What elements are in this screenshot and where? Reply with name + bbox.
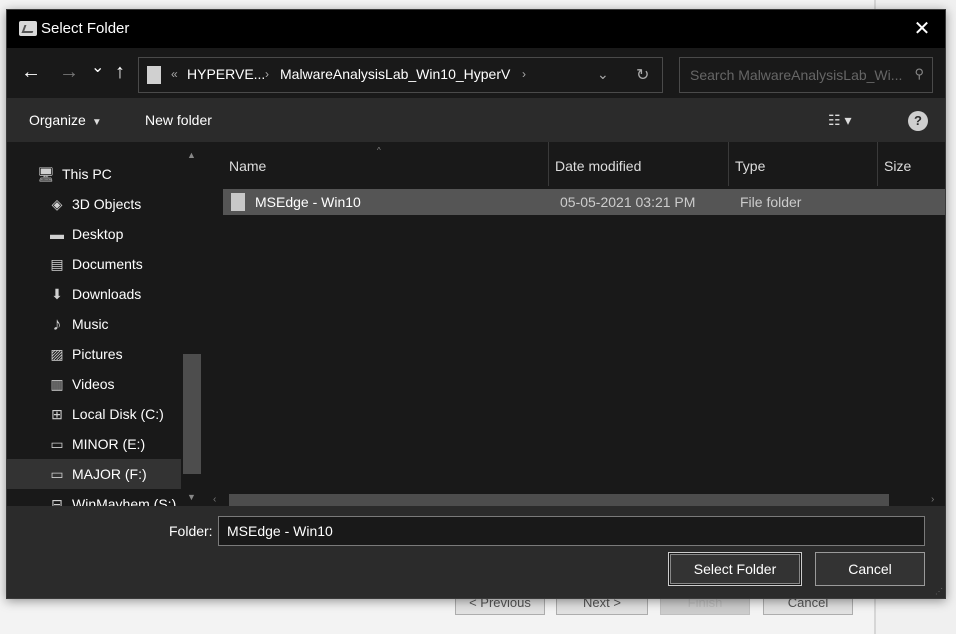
nav-item-label: This PC [62, 166, 112, 182]
nav-item-3d-objects[interactable]: ◈ 3D Objects [7, 189, 181, 219]
document-icon: ▤ [50, 256, 64, 272]
nav-item-documents[interactable]: ▤ Documents [7, 249, 181, 279]
music-icon: ♪ [52, 314, 62, 334]
windows-drive-icon: ⊞ [51, 406, 63, 422]
dropdown-caret-icon: ▼ [91, 117, 102, 128]
nav-item-label: Music [72, 316, 109, 332]
file-date-modified: 05-05-2021 03:21 PM [560, 194, 696, 210]
title-bar[interactable]: Select Folder ✕ [7, 10, 945, 48]
nav-item-winmayhem-s[interactable]: ⊟ WinMayhem (S:) [7, 489, 181, 506]
scroll-left-arrow-icon[interactable]: ‹ [213, 494, 216, 505]
nav-item-minor-e[interactable]: ▭ MINOR (E:) [7, 429, 181, 459]
navpane-scroll-thumb[interactable] [183, 354, 201, 474]
nav-item-label: WinMayhem (S:) [72, 496, 177, 506]
dialog-app-icon [19, 21, 37, 36]
back-arrow-icon[interactable]: ← [21, 62, 41, 82]
nav-item-major-f[interactable]: ▭ MAJOR (F:) [7, 459, 181, 489]
up-arrow-icon[interactable]: ↑ [115, 62, 125, 82]
nav-item-label: Documents [72, 256, 143, 272]
scroll-up-arrow-icon[interactable]: ▲ [187, 150, 196, 160]
cancel-button[interactable]: Cancel [815, 552, 925, 586]
nav-item-local-disk-c[interactable]: ⊞ Local Disk (C:) [7, 399, 181, 429]
breadcrumb-separator-icon[interactable]: › [522, 67, 526, 81]
nav-item-downloads[interactable]: ⬇ Downloads [7, 279, 181, 309]
nav-item-label: Desktop [72, 226, 124, 242]
column-header-size-label: Size [884, 158, 912, 174]
search-icon[interactable]: ⚲ [914, 66, 924, 82]
column-header-name[interactable]: Name [203, 142, 543, 186]
refresh-icon[interactable]: ↻ [636, 65, 649, 85]
file-type: File folder [740, 194, 802, 210]
recent-locations-chevron-icon[interactable]: ⌄ [91, 58, 104, 78]
nav-item-label: Downloads [72, 286, 142, 302]
change-view-icon[interactable]: ☷ ▾ [828, 112, 851, 129]
column-header-date-modified[interactable]: Date modified [549, 142, 729, 186]
drive-icon: ▭ [50, 436, 64, 452]
column-header-name-label: Name [229, 158, 267, 174]
resize-grip-icon[interactable]: ⋰ [935, 587, 943, 596]
breadcrumb-hyperv[interactable]: HYPERVE... [187, 66, 265, 82]
nav-item-pictures[interactable]: ▨ Pictures [7, 339, 181, 369]
folder-icon [147, 66, 161, 84]
scroll-down-arrow-icon[interactable]: ▼ [187, 492, 196, 502]
command-toolbar: Organize ▼ New folder ☷ ▾ ? [7, 98, 945, 142]
help-icon[interactable]: ? [908, 111, 928, 131]
column-header-size[interactable]: Size [878, 142, 945, 186]
nav-item-videos[interactable]: ▥ Videos [7, 369, 181, 399]
navigation-bar: ← → ⌄ ↑ « HYPERVE... › MalwareAnalysisLa… [7, 48, 945, 98]
folder-icon [231, 193, 245, 211]
nav-item-desktop[interactable]: ▬ Desktop [7, 219, 181, 249]
nav-item-label: MINOR (E:) [72, 436, 146, 452]
overflow-chevron-icon[interactable]: « [171, 67, 178, 81]
nav-item-label: 3D Objects [72, 196, 142, 212]
video-icon: ▥ [50, 376, 64, 392]
drive-icon: ▭ [50, 466, 64, 482]
file-list: Name ^ Date modified Type Size MSEdge - … [203, 142, 945, 512]
cube-icon: ◈ [51, 196, 63, 212]
folder-name-input[interactable] [218, 516, 925, 546]
desktop-icon: ▬ [50, 226, 64, 242]
address-bar[interactable]: « HYPERVE... › MalwareAnalysisLab_Win10_… [138, 57, 663, 93]
organize-button[interactable]: Organize ▼ [29, 112, 102, 128]
computer-icon: 🖥 [37, 166, 55, 182]
nav-item-label: Pictures [72, 346, 123, 362]
breadcrumb-separator-icon[interactable]: › [265, 67, 269, 81]
select-folder-button[interactable]: Select Folder [668, 552, 802, 586]
sort-ascending-icon: ^ [377, 146, 381, 155]
breadcrumb-malwareanalysislab[interactable]: MalwareAnalysisLab_Win10_HyperV [280, 66, 510, 82]
address-dropdown-chevron-icon[interactable]: ⌄ [597, 66, 609, 83]
close-icon[interactable]: ✕ [903, 13, 941, 45]
column-header-type[interactable]: Type [729, 142, 877, 186]
file-name: MSEdge - Win10 [255, 194, 361, 210]
nav-item-label: Local Disk (C:) [72, 406, 164, 422]
scroll-right-arrow-icon[interactable]: › [931, 494, 934, 505]
network-drive-icon: ⊟ [51, 496, 63, 506]
dialog-footer: Folder: Select Folder Cancel ⋰ [7, 506, 945, 598]
folder-field-label: Folder: [169, 523, 213, 539]
nav-item-music[interactable]: ♪ Music [7, 309, 181, 339]
nav-item-this-pc[interactable]: 🖥 This PC [7, 159, 181, 189]
new-folder-button[interactable]: New folder [145, 112, 212, 128]
pictures-icon: ▨ [50, 346, 64, 362]
nav-item-label: MAJOR (F:) [72, 466, 147, 482]
download-icon: ⬇ [51, 286, 63, 302]
organize-label: Organize [29, 112, 86, 128]
dialog-title: Select Folder [41, 20, 130, 37]
file-row[interactable]: MSEdge - Win10 05-05-2021 03:21 PM File … [223, 189, 945, 215]
column-header-date-label: Date modified [555, 158, 642, 174]
navigation-pane: 🖥 This PC ◈ 3D Objects ▬ Desktop ▤ Docum… [7, 142, 203, 506]
search-input[interactable]: Search MalwareAnalysisLab_Wi... [690, 67, 905, 83]
column-header-type-label: Type [735, 158, 766, 174]
search-box[interactable]: Search MalwareAnalysisLab_Wi... ⚲ [679, 57, 933, 93]
nav-item-label: Videos [72, 376, 115, 392]
forward-arrow-icon[interactable]: → [59, 62, 79, 82]
select-folder-dialog: Select Folder ✕ ← → ⌄ ↑ « HYPERVE... › M… [6, 9, 946, 599]
